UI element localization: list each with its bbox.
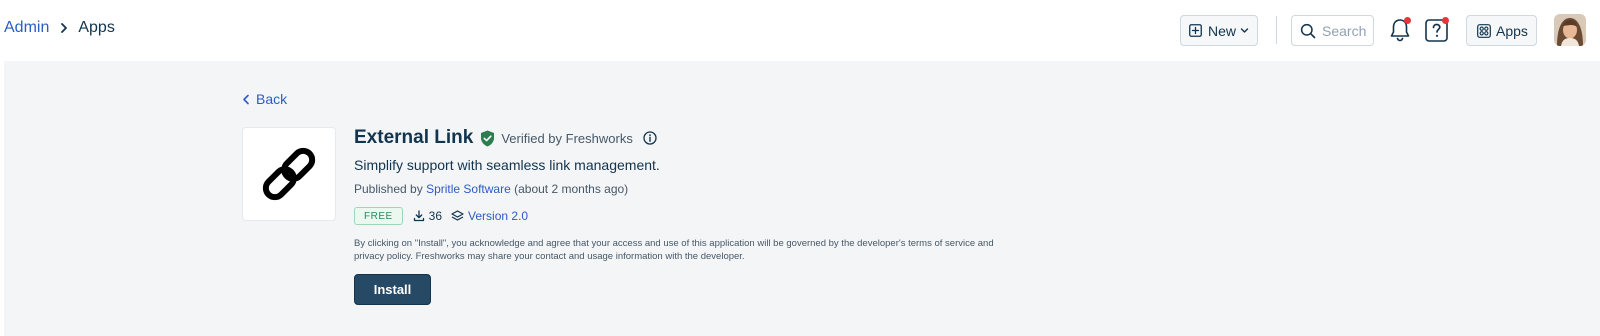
layers-icon	[451, 209, 464, 223]
back-link[interactable]: Back	[242, 91, 287, 107]
breadcrumb-current-page: Apps	[78, 19, 115, 36]
search-placeholder: Search	[1322, 22, 1367, 39]
download-count: 36	[428, 209, 443, 223]
apps-grid-icon	[1477, 23, 1491, 38]
search-icon	[1300, 23, 1316, 39]
notifications-button[interactable]	[1388, 17, 1412, 43]
breadcrumb-admin-link[interactable]: Admin	[4, 19, 49, 37]
verified-label: Verified by Freshworks	[501, 130, 633, 146]
published-prefix: Published by	[354, 182, 423, 196]
shield-check-icon	[480, 130, 495, 147]
new-button-label: New	[1208, 22, 1237, 39]
publisher-link[interactable]: Spritle Software	[426, 182, 511, 196]
app-title: External Link	[354, 127, 474, 148]
notification-dot	[1404, 17, 1411, 24]
download-icon	[413, 210, 425, 222]
install-button[interactable]: Install	[354, 274, 431, 305]
top-navigation-bar: Admin Apps New Search Apps	[0, 0, 1600, 61]
help-notification-dot	[1442, 17, 1449, 24]
bell-icon	[1388, 19, 1412, 47]
plus-square-icon	[1189, 24, 1202, 37]
apps-button-label: Apps	[1496, 22, 1528, 39]
header-divider	[1276, 16, 1277, 44]
price-badge: FREE	[354, 207, 403, 225]
published-info: Published by Spritle Software (about 2 m…	[354, 182, 628, 196]
version-link[interactable]: Version 2.0	[468, 209, 528, 223]
install-disclaimer: By clicking on "Install", you acknowledg…	[354, 238, 994, 262]
back-link-label: Back	[256, 91, 288, 107]
app-title-row: External Link Verified by Freshworks	[354, 127, 657, 149]
info-icon[interactable]	[643, 131, 657, 145]
chevron-left-icon	[242, 94, 250, 105]
app-logo	[242, 127, 336, 221]
breadcrumb: Admin Apps	[4, 19, 115, 37]
app-meta-row: FREE 36 Version 2.0	[354, 207, 528, 225]
user-avatar[interactable]	[1554, 14, 1586, 46]
help-icon	[1424, 19, 1450, 47]
help-button[interactable]	[1424, 17, 1450, 43]
app-tagline: Simplify support with seamless link mana…	[354, 157, 660, 173]
apps-button[interactable]: Apps	[1466, 15, 1537, 46]
published-date: (about 2 months ago)	[514, 182, 629, 196]
search-input[interactable]: Search	[1291, 15, 1374, 46]
new-button[interactable]: New	[1180, 15, 1258, 46]
chevron-down-icon	[1240, 26, 1249, 35]
chevron-right-icon	[59, 22, 69, 34]
chain-link-icon	[255, 140, 323, 208]
